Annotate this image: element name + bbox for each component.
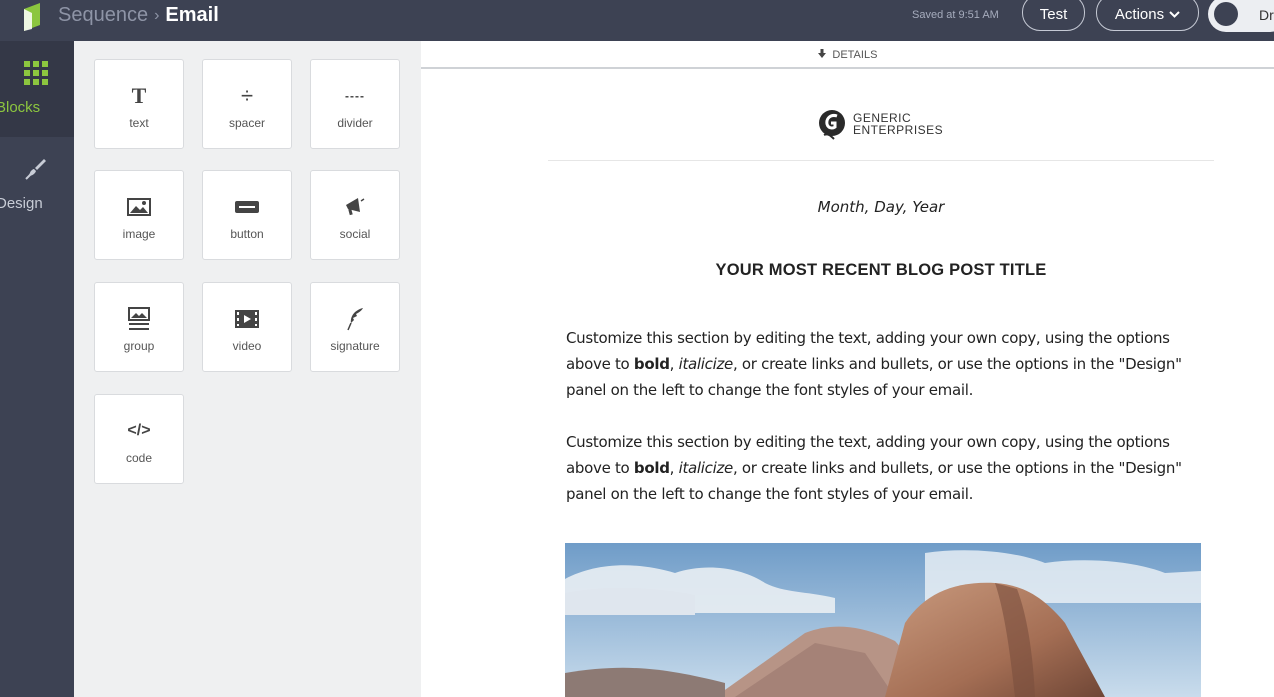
block-divider[interactable]: ---- divider bbox=[310, 59, 400, 149]
block-label: image bbox=[122, 227, 156, 241]
rail-item-design[interactable]: Design bbox=[0, 137, 74, 233]
bold-text: bold bbox=[633, 459, 670, 477]
hero-image[interactable] bbox=[565, 543, 1201, 697]
left-rail: Blocks Design bbox=[0, 41, 74, 697]
brand-name: GENERIC ENTERPRISES bbox=[853, 112, 943, 136]
test-button-label: Test bbox=[1039, 6, 1068, 23]
arrow-down-icon bbox=[817, 49, 829, 61]
email-date[interactable]: Month, Day, Year bbox=[548, 198, 1214, 216]
generic-enterprises-logo-icon bbox=[819, 110, 845, 140]
details-toggle[interactable]: DETAILS bbox=[421, 41, 1274, 69]
test-button[interactable]: Test bbox=[1022, 0, 1085, 31]
email-paragraph[interactable]: Customize this section by editing the te… bbox=[566, 325, 1206, 403]
breadcrumb-email: Email bbox=[165, 4, 219, 26]
block-text[interactable]: T text bbox=[94, 59, 184, 149]
rail-item-label: Blocks bbox=[0, 99, 41, 116]
block-label: code bbox=[125, 451, 153, 465]
block-code[interactable]: </> code bbox=[94, 394, 184, 484]
breadcrumb-sequence[interactable]: Sequence bbox=[58, 4, 148, 26]
block-label: signature bbox=[330, 339, 380, 353]
italic-text: italicize bbox=[678, 355, 734, 373]
divider-icon: ---- bbox=[345, 89, 365, 103]
button-icon bbox=[203, 195, 291, 219]
block-spacer[interactable]: ÷ spacer bbox=[202, 59, 292, 149]
rail-item-blocks[interactable]: Blocks bbox=[0, 41, 74, 137]
block-label: video bbox=[232, 339, 262, 353]
block-social[interactable]: social bbox=[310, 170, 400, 260]
image-icon bbox=[95, 195, 183, 219]
breadcrumb-separator: › bbox=[154, 7, 160, 24]
block-label: divider bbox=[337, 116, 373, 130]
grid-icon bbox=[24, 61, 48, 85]
video-icon bbox=[203, 307, 291, 331]
group-icon bbox=[95, 307, 183, 331]
block-button[interactable]: button bbox=[202, 170, 292, 260]
text-icon: T bbox=[131, 83, 147, 108]
code-icon: </> bbox=[127, 422, 151, 439]
breadcrumb: Sequence › Email bbox=[58, 0, 219, 30]
bold-text: bold bbox=[633, 355, 670, 373]
block-label: button bbox=[230, 227, 264, 241]
block-group[interactable]: group bbox=[94, 282, 184, 372]
saved-status: Saved at 9:51 AM bbox=[912, 9, 999, 21]
block-video[interactable]: video bbox=[202, 282, 292, 372]
block-label: group bbox=[123, 339, 155, 353]
megaphone-icon bbox=[311, 195, 399, 219]
actions-button-label: Actions bbox=[1114, 6, 1165, 23]
top-bar: Sequence › Email Saved at 9:51 AM Test Act… bbox=[0, 0, 1274, 41]
italic-text: italicize bbox=[678, 459, 734, 477]
feather-icon bbox=[311, 307, 399, 331]
header-divider bbox=[548, 160, 1214, 161]
block-label: text bbox=[129, 116, 149, 130]
toggle-label: Dr bbox=[1259, 7, 1274, 23]
paintbrush-icon bbox=[25, 159, 46, 180]
block-image[interactable]: image bbox=[94, 170, 184, 260]
actions-button[interactable]: Actions bbox=[1096, 0, 1199, 31]
spacer-icon: ÷ bbox=[240, 83, 254, 108]
block-signature[interactable]: signature bbox=[310, 282, 400, 372]
toggle-knob bbox=[1214, 2, 1238, 26]
blocks-palette: T text ÷ spacer ---- divider image butto… bbox=[74, 41, 421, 697]
app-logo-icon[interactable] bbox=[18, 3, 46, 31]
email-paragraph[interactable]: Customize this section by editing the te… bbox=[566, 429, 1206, 507]
brand-line-2: ENTERPRISES bbox=[853, 123, 944, 137]
post-title[interactable]: YOUR MOST RECENT BLOG POST TITLE bbox=[548, 261, 1214, 280]
rail-item-label: Design bbox=[0, 195, 43, 212]
block-label: social bbox=[339, 227, 371, 241]
block-label: spacer bbox=[228, 116, 266, 130]
mountain-photo bbox=[565, 543, 1201, 697]
details-label: DETAILS bbox=[832, 49, 878, 61]
chevron-down-icon bbox=[1169, 0, 1180, 34]
